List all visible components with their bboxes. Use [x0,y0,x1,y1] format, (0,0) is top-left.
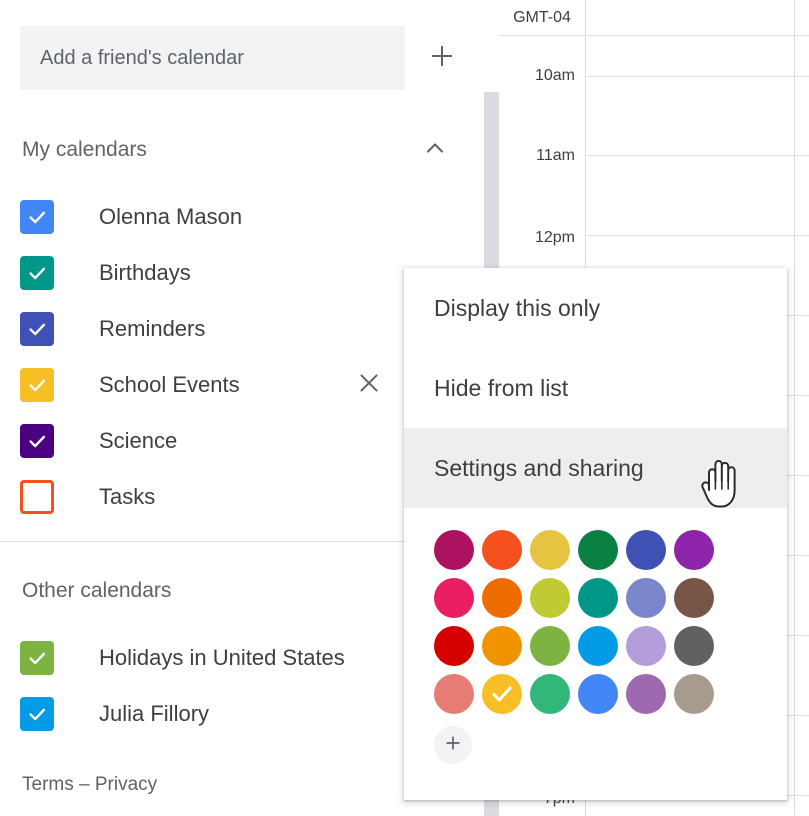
color-swatch[interactable] [434,674,474,714]
grid-line-vertical [794,0,795,816]
color-swatch[interactable] [626,674,666,714]
menu-item-settings-and-sharing[interactable]: Settings and sharing [404,428,787,508]
add-custom-color-button[interactable] [434,726,472,764]
check-icon [26,318,48,340]
sidebar-item-label: Reminders [99,316,206,341]
color-swatch[interactable] [530,674,570,714]
sidebar-item-olenna-mason[interactable]: Olenna Mason [0,189,484,245]
check-icon [26,647,48,669]
time-label-10am: 10am [534,67,575,84]
color-palette-row [404,626,787,674]
terms-link[interactable]: Terms [22,774,74,795]
check-icon [26,374,48,396]
add-friend-calendar-input[interactable] [20,26,405,90]
time-label-12pm: 12pm [534,229,575,246]
chevron-up-icon [421,134,449,167]
my-calendars-collapse-button[interactable] [415,130,455,170]
remove-calendar-button-school-events[interactable] [352,368,386,402]
plus-icon [443,733,463,758]
sidebar-item-label: Birthdays [99,260,191,285]
footer-separator: – [79,774,90,795]
check-icon [26,430,48,452]
sidebar-item-label: School Events [99,372,240,397]
color-swatch[interactable] [674,578,714,618]
color-swatch[interactable] [482,626,522,666]
color-swatch[interactable] [674,674,714,714]
calendar-checkbox-reminders[interactable] [20,312,54,346]
close-icon [356,370,382,401]
check-icon [26,703,48,725]
color-swatch[interactable] [626,530,666,570]
color-swatch[interactable] [530,530,570,570]
add-friend-calendar-row [0,26,484,90]
sidebar-item-label: Tasks [99,484,156,509]
color-swatch[interactable] [434,578,474,618]
color-swatch[interactable] [674,626,714,666]
menu-item-hide-from-list[interactable]: Hide from list [404,348,787,428]
footer-links: Terms – Privacy [22,774,157,796]
color-swatch[interactable] [482,530,522,570]
my-calendars-header[interactable]: My calendars [0,126,484,174]
color-swatch[interactable] [434,530,474,570]
add-custom-color-row [404,726,787,764]
sidebar-item-label: Julia Fillory [99,701,210,726]
color-palette-row [404,530,787,578]
color-swatch[interactable] [482,578,522,618]
menu-item-display-this-only[interactable]: Display this only [404,268,787,348]
calendar-checkbox-olenna-mason[interactable] [20,200,54,234]
check-icon [26,206,48,228]
timezone-label: GMT-04 [499,0,586,36]
sidebar-item-label: Holidays in United States [99,645,345,670]
sidebar-item-label: Science [99,428,178,453]
color-palette-row [404,578,787,626]
check-icon [489,681,515,707]
time-label-11am: 11am [536,147,575,164]
color-swatch[interactable] [434,626,474,666]
other-calendars-title: Other calendars [22,579,172,602]
color-swatch[interactable] [674,530,714,570]
color-palette-row [404,674,787,722]
color-swatch[interactable] [578,626,618,666]
calendar-checkbox-school-events[interactable] [20,368,54,402]
calendar-checkbox-julia-fillory[interactable] [20,697,54,731]
check-icon [26,262,48,284]
color-swatch[interactable] [626,626,666,666]
add-calendar-button[interactable] [421,37,463,79]
color-swatch[interactable] [530,626,570,666]
color-swatch[interactable] [578,674,618,714]
privacy-link[interactable]: Privacy [95,774,157,795]
calendar-checkbox-tasks[interactable] [20,480,54,514]
calendar-checkbox-holidays[interactable] [20,641,54,675]
color-swatch[interactable] [530,578,570,618]
color-swatch[interactable] [626,578,666,618]
color-swatch[interactable] [578,530,618,570]
my-calendars-title: My calendars [22,138,147,161]
color-swatch[interactable] [578,578,618,618]
plus-icon [427,41,457,76]
calendar-checkbox-birthdays[interactable] [20,256,54,290]
color-swatch-selected[interactable] [482,674,522,714]
sidebar-item-label: Olenna Mason [99,204,243,229]
calendar-options-context-menu: Display this only Hide from list Setting… [404,268,787,800]
color-palette [404,516,787,800]
calendar-checkbox-science[interactable] [20,424,54,458]
